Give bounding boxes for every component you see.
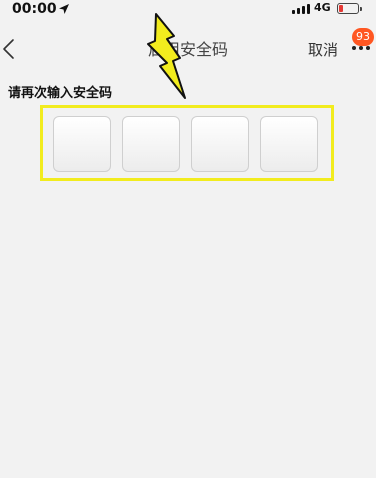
code-highlight-frame — [40, 105, 334, 181]
battery-icon — [337, 3, 362, 14]
cancel-button[interactable]: 取消 — [308, 40, 338, 60]
code-digit-2[interactable] — [122, 116, 180, 172]
notification-badge: 93 — [352, 28, 374, 46]
more-menu-icon[interactable] — [352, 46, 370, 52]
signal-icon — [292, 4, 310, 14]
lightning-bolt-annotation — [147, 13, 186, 99]
code-digit-3[interactable] — [191, 116, 249, 172]
code-digit-1[interactable] — [53, 116, 111, 172]
screen: 00:00 4G 启用安全码 取消 93 请再次输入安全码 — [0, 0, 376, 478]
location-arrow-icon — [59, 4, 69, 14]
code-digit-4[interactable] — [260, 116, 318, 172]
prompt-label: 请再次输入安全码 — [8, 86, 113, 101]
status-time: 00:00 — [12, 1, 57, 17]
network-type: 4G — [314, 1, 331, 14]
